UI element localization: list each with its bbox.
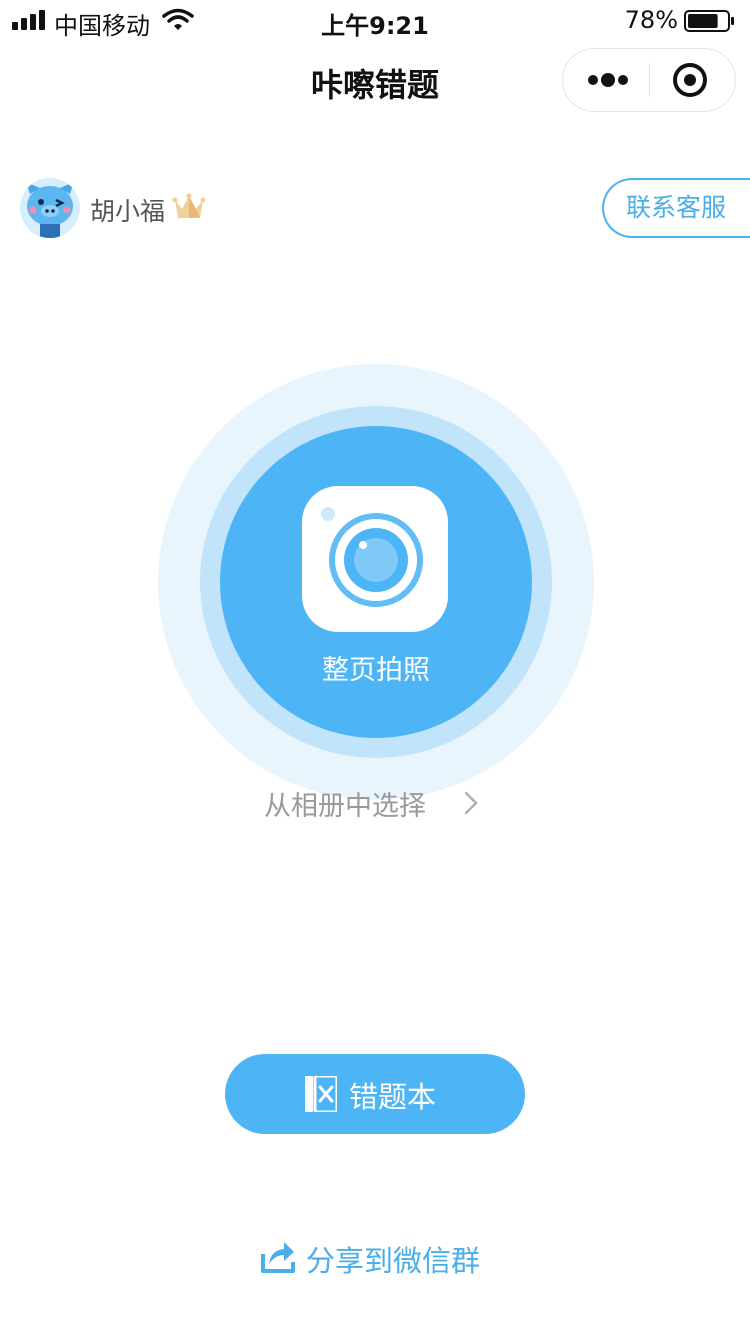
mistake-book-label: 错题本 — [349, 1080, 437, 1114]
camera-icon — [302, 486, 448, 632]
share-to-wechat-group-link[interactable]: 分享到微信群 — [306, 1238, 480, 1280]
more-dots-icon[interactable] — [563, 49, 649, 111]
screen: 中国移动 上午9:21 78% 咔嚓错题 胡小福 联系客服 整页拍照 从相册中选… — [0, 0, 750, 1334]
pig-avatar — [20, 178, 80, 238]
battery-icon — [684, 10, 734, 32]
choose-from-album-link[interactable]: 从相册中选择 — [264, 784, 426, 823]
battery-percentage: 78% — [624, 6, 678, 34]
target-icon[interactable] — [650, 49, 736, 111]
avatar[interactable] — [20, 178, 80, 238]
book-icon — [305, 1076, 337, 1112]
mini-program-capsule — [562, 48, 736, 112]
chevron-right-icon — [464, 791, 478, 815]
full-page-photo-label: 整页拍照 — [322, 655, 430, 686]
mistake-book-button[interactable]: 错题本 — [225, 1054, 525, 1134]
share-icon[interactable] — [260, 1238, 296, 1274]
crown-icon — [172, 193, 206, 218]
user-name: 胡小福 — [90, 197, 166, 226]
status-bar: 中国移动 上午9:21 78% — [0, 0, 750, 40]
contact-service-button[interactable]: 联系客服 — [602, 178, 750, 238]
